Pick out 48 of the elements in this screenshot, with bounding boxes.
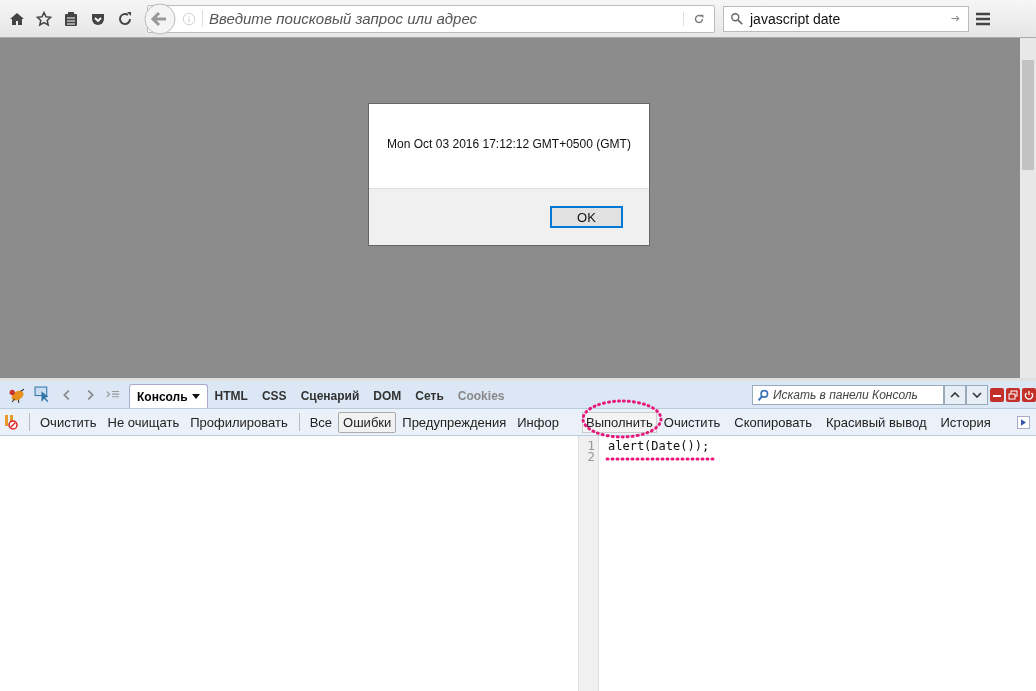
cursor-icon[interactable]: [34, 386, 51, 403]
devtools-tab[interactable]: Консоль: [129, 384, 208, 408]
bug-icon[interactable]: [8, 386, 25, 403]
panel-search-field[interactable]: Искать в панели Консоль: [752, 385, 944, 405]
search-field[interactable]: javascript date: [723, 5, 969, 32]
toolbar-button[interactable]: Профилировать: [185, 411, 293, 433]
chevron-up-icon: [950, 392, 960, 398]
reload-icon[interactable]: [117, 10, 133, 27]
alert-message: Mon Oct 03 2016 17:12:12 GMT+0500 (GMT): [386, 136, 632, 153]
devtools-tab[interactable]: CSS: [254, 384, 294, 408]
more-button[interactable]: [1017, 415, 1030, 429]
toolbar-button[interactable]: Не очищать: [102, 411, 185, 433]
caret-icon: [191, 394, 200, 399]
line-number: 2: [586, 451, 595, 462]
code-line: alert(Date());: [608, 439, 710, 453]
line-number: 1: [586, 440, 595, 451]
triangle-right-icon: [1021, 418, 1026, 426]
power-icon[interactable]: [1022, 388, 1036, 402]
ok-button[interactable]: OK: [550, 206, 623, 228]
editor-button[interactable]: Красивый вывод: [819, 411, 934, 433]
filter-button[interactable]: Все: [304, 411, 338, 433]
previous-button[interactable]: [944, 385, 966, 405]
clipboard-icon[interactable]: [63, 10, 79, 27]
devtools-tab[interactable]: Сеть: [408, 384, 451, 408]
devtools-tab[interactable]: Сценарий: [293, 384, 367, 408]
editor-button[interactable]: История: [933, 411, 998, 433]
scrollbar[interactable]: [1020, 38, 1036, 378]
home-icon[interactable]: [9, 10, 25, 27]
search-icon: [757, 388, 770, 402]
filter-button[interactable]: Предупреждения: [397, 411, 512, 433]
chevron-down-icon: [972, 392, 982, 398]
devtools-tab[interactable]: HTML: [207, 384, 255, 408]
menu-icon[interactable]: [975, 10, 991, 27]
star-icon[interactable]: [36, 10, 52, 27]
minimize-icon[interactable]: [990, 388, 1004, 402]
next-button[interactable]: [966, 385, 988, 405]
address-placeholder: Введите поисковый запрос или адрес: [202, 10, 683, 27]
detach-icon[interactable]: [1006, 388, 1020, 402]
editor-button[interactable]: Скопировать: [727, 411, 819, 433]
pause-icon[interactable]: [4, 414, 18, 430]
filter-button[interactable]: Ошибки: [338, 411, 397, 433]
toolbar-button[interactable]: Очистить: [35, 411, 102, 433]
filter-button[interactable]: Инфор: [512, 411, 564, 433]
devtools-tab[interactable]: DOM: [366, 384, 409, 408]
editor-button[interactable]: Выполнить: [582, 411, 657, 433]
editor-button[interactable]: Очистить: [656, 411, 728, 433]
address-bar[interactable]: Введите поисковый запрос или адрес: [147, 4, 715, 33]
search-icon: [730, 11, 744, 26]
